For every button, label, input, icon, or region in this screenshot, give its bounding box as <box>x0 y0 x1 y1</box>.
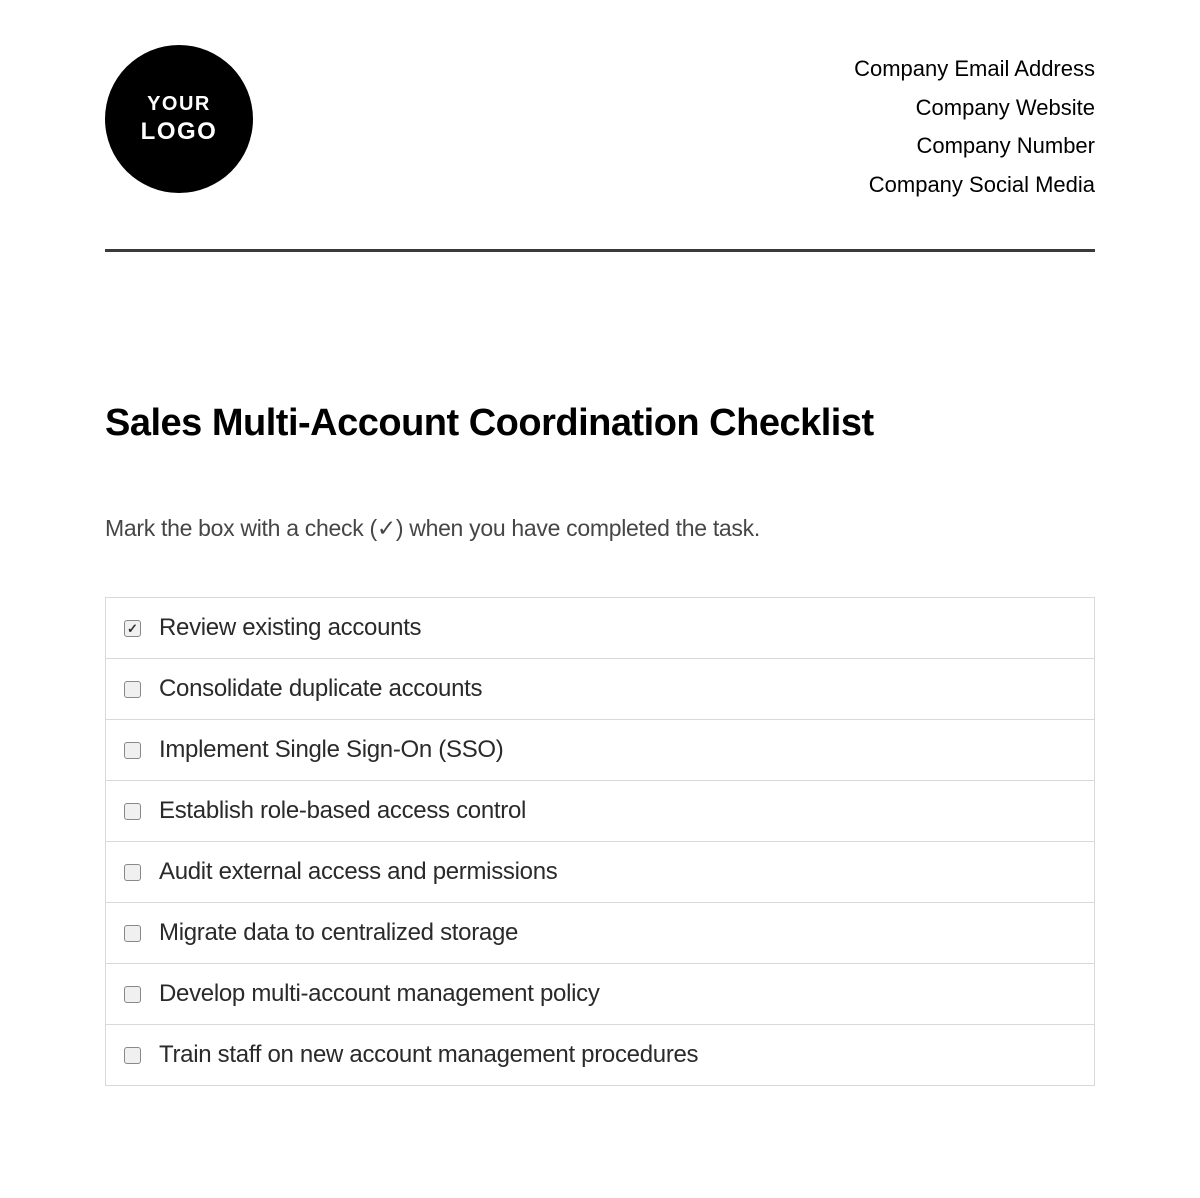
page-title: Sales Multi-Account Coordination Checkli… <box>105 402 1095 445</box>
checklist-row: Review existing accounts <box>106 598 1094 659</box>
checkbox[interactable] <box>124 681 141 698</box>
checklist-row: Implement Single Sign-On (SSO) <box>106 720 1094 781</box>
company-website-label: Company Website <box>854 89 1095 128</box>
checkbox[interactable] <box>124 742 141 759</box>
logo-placeholder: YOUR LOGO <box>105 45 253 193</box>
checkbox[interactable] <box>124 620 141 637</box>
checkbox[interactable] <box>124 925 141 942</box>
checkbox[interactable] <box>124 1047 141 1064</box>
checkbox[interactable] <box>124 803 141 820</box>
logo-line1: YOUR <box>147 92 211 117</box>
logo-line2: LOGO <box>141 117 218 147</box>
document-header: YOUR LOGO Company Email Address Company … <box>105 45 1095 234</box>
checklist-item-label: Develop multi-account management policy <box>159 980 600 1008</box>
checklist-row: Audit external access and permissions <box>106 842 1094 903</box>
company-number-label: Company Number <box>854 127 1095 166</box>
checkbox[interactable] <box>124 864 141 881</box>
checkbox[interactable] <box>124 986 141 1003</box>
checklist-item-label: Implement Single Sign-On (SSO) <box>159 736 503 764</box>
checklist-item-label: Consolidate duplicate accounts <box>159 675 482 703</box>
checklist-row: Migrate data to centralized storage <box>106 903 1094 964</box>
checklist-row: Consolidate duplicate accounts <box>106 659 1094 720</box>
checklist-row: Develop multi-account management policy <box>106 964 1094 1025</box>
instructions-text: Mark the box with a check (✓) when you h… <box>105 515 1095 542</box>
checklist-item-label: Migrate data to centralized storage <box>159 919 518 947</box>
checklist-item-label: Audit external access and permissions <box>159 858 557 886</box>
checklist-item-label: Review existing accounts <box>159 614 421 642</box>
checklist-table: Review existing accounts Consolidate dup… <box>105 597 1095 1086</box>
checklist-row: Establish role-based access control <box>106 781 1094 842</box>
checklist-item-label: Train staff on new account management pr… <box>159 1041 698 1069</box>
checklist-row: Train staff on new account management pr… <box>106 1025 1094 1086</box>
checklist-item-label: Establish role-based access control <box>159 797 526 825</box>
company-email-label: Company Email Address <box>854 50 1095 89</box>
header-divider <box>105 249 1095 252</box>
company-social-label: Company Social Media <box>854 166 1095 205</box>
company-info: Company Email Address Company Website Co… <box>854 45 1095 204</box>
